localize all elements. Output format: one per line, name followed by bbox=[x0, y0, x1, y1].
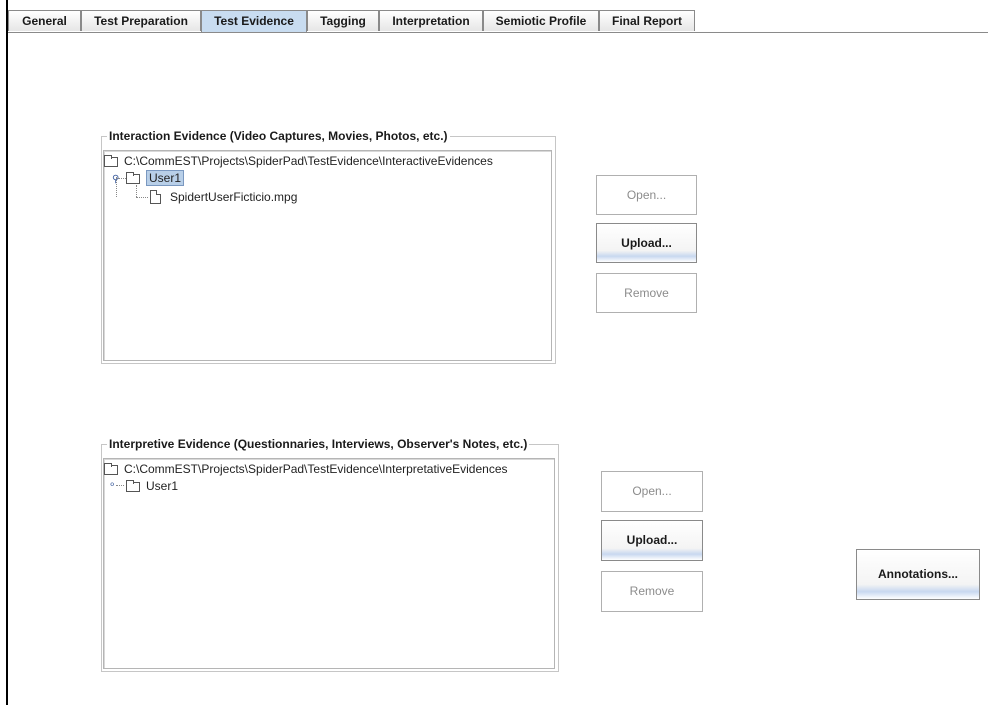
interpretive-open-button[interactable]: Open... bbox=[601, 471, 703, 512]
tree-connector bbox=[136, 185, 137, 197]
annotations-button[interactable]: Annotations... bbox=[856, 549, 980, 600]
interpretive-evidence-title: Interpretive Evidence (Questionnaries, I… bbox=[107, 437, 530, 451]
interpretive-upload-button[interactable]: Upload... bbox=[601, 520, 703, 561]
window-left-border bbox=[6, 0, 8, 705]
tree-user-node[interactable]: User1 bbox=[126, 478, 246, 494]
folder-icon bbox=[126, 480, 140, 492]
tab-semiotic-profile[interactable]: Semiotic Profile bbox=[483, 10, 599, 31]
tree-user-label: User1 bbox=[146, 170, 185, 186]
tree-file-label: SpidertUserFicticio.mpg bbox=[170, 190, 298, 204]
tab-bar: General Test Preparation Test Evidence T… bbox=[8, 10, 988, 33]
tab-general[interactable]: General bbox=[8, 10, 81, 31]
tree-connector bbox=[118, 178, 126, 179]
interaction-evidence-title: Interaction Evidence (Video Captures, Mo… bbox=[107, 129, 450, 143]
interaction-upload-button[interactable]: Upload... bbox=[596, 223, 697, 263]
folder-icon bbox=[104, 155, 118, 167]
interaction-open-button[interactable]: Open... bbox=[596, 175, 697, 215]
tree-connector bbox=[116, 485, 124, 486]
expand-handle-icon[interactable]: ⚬ bbox=[108, 481, 116, 491]
tree-user-label: User1 bbox=[146, 479, 179, 493]
tree-root-label: C:\CommEST\Projects\SpiderPad\TestEviden… bbox=[124, 462, 508, 476]
expand-handle-icon[interactable]: ⚲ bbox=[112, 175, 119, 185]
file-icon bbox=[150, 190, 161, 204]
interpretive-evidence-tree[interactable]: C:\CommEST\Projects\SpiderPad\TestEviden… bbox=[103, 458, 555, 669]
folder-icon bbox=[104, 463, 118, 475]
tree-root-node[interactable]: C:\CommEST\Projects\SpiderPad\TestEviden… bbox=[104, 153, 544, 169]
tab-tagging[interactable]: Tagging bbox=[307, 10, 379, 31]
interaction-remove-button[interactable]: Remove bbox=[596, 273, 697, 313]
tab-final-report[interactable]: Final Report bbox=[599, 10, 695, 31]
tab-test-preparation[interactable]: Test Preparation bbox=[81, 10, 201, 31]
tab-test-evidence[interactable]: Test Evidence bbox=[201, 10, 307, 32]
tree-root-label: C:\CommEST\Projects\SpiderPad\TestEviden… bbox=[124, 154, 493, 168]
tab-interpretation[interactable]: Interpretation bbox=[379, 10, 483, 31]
tree-file-node[interactable]: SpidertUserFicticio.mpg bbox=[150, 189, 350, 205]
tree-root-node[interactable]: C:\CommEST\Projects\SpiderPad\TestEviden… bbox=[104, 461, 544, 477]
interpretive-remove-button[interactable]: Remove bbox=[601, 571, 703, 612]
interaction-evidence-tree[interactable]: C:\CommEST\Projects\SpiderPad\TestEviden… bbox=[103, 150, 552, 361]
folder-icon bbox=[126, 172, 140, 184]
tree-connector bbox=[136, 197, 148, 198]
tree-user-node[interactable]: User1 bbox=[126, 170, 246, 186]
